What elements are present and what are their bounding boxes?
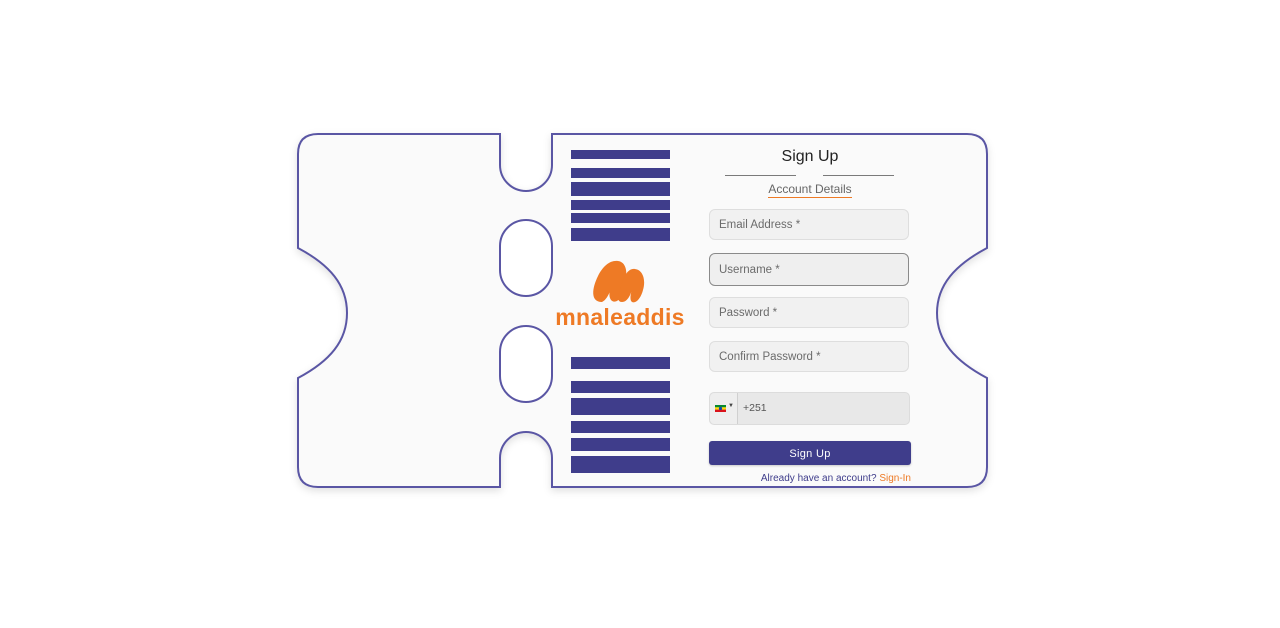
password-placeholder: Password * xyxy=(719,307,778,319)
country-code-select[interactable]: ▼ xyxy=(710,393,738,424)
form-title: Sign Up xyxy=(781,148,839,165)
signin-link[interactable]: Sign-In xyxy=(879,473,911,484)
signin-prompt-text: Already have an account? xyxy=(760,473,877,484)
phone-input[interactable]: ▼ +251 xyxy=(709,392,910,425)
step-label-text: Account Details xyxy=(768,182,852,198)
brand-logo-text: mnaleaddis xyxy=(555,304,685,330)
signin-prompt: Already have an account? Sign-In xyxy=(709,473,911,484)
phone-dial-code[interactable]: +251 xyxy=(743,393,767,424)
email-placeholder: Email Address * xyxy=(719,219,801,231)
username-placeholder: Username * xyxy=(719,264,780,276)
confirm-password-placeholder: Confirm Password * xyxy=(719,351,821,363)
step-label: Account Details xyxy=(709,182,911,198)
brand-logo-icon xyxy=(593,260,645,303)
punch-hole-bottom xyxy=(499,325,553,403)
signup-page: mnaleaddis Sign Up Account Details Email… xyxy=(0,0,1280,628)
signup-button[interactable]: Sign Up xyxy=(709,441,911,465)
confirm-password-field[interactable]: Confirm Password * xyxy=(709,341,909,372)
password-field[interactable]: Password * xyxy=(709,297,909,328)
title-divider-right xyxy=(823,175,894,176)
title-divider-left xyxy=(725,175,796,176)
caret-down-icon: ▼ xyxy=(728,403,734,409)
email-field[interactable]: Email Address * xyxy=(709,209,909,240)
username-field[interactable]: Username * xyxy=(709,253,909,286)
punch-hole-top xyxy=(499,219,553,297)
ethiopia-flag-icon xyxy=(715,405,726,412)
